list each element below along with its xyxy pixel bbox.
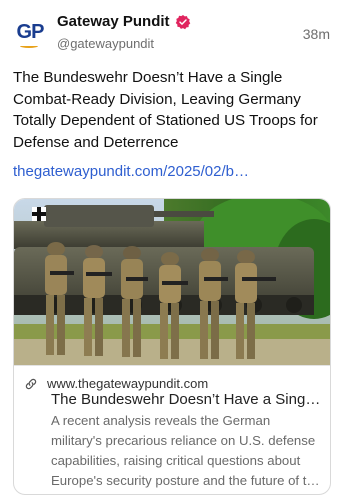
verified-badge-icon bbox=[175, 14, 190, 29]
post-link[interactable]: thegatewaypundit.com/2025/02/b… bbox=[13, 163, 335, 180]
post-timestamp: 38m bbox=[302, 26, 330, 42]
card-domain: www.thegatewaypundit.com bbox=[47, 376, 209, 391]
avatar-swoosh bbox=[20, 44, 38, 48]
avatar-logo-text: GP bbox=[16, 20, 45, 43]
avatar[interactable]: GP bbox=[12, 14, 48, 50]
card-description: A recent analysis reveals the German mil… bbox=[51, 413, 320, 488]
author-handle[interactable]: @gatewaypundit bbox=[57, 36, 154, 51]
link-icon bbox=[25, 378, 37, 389]
post-header: GP Gateway Pundit @gatewaypundit 38m bbox=[0, 0, 344, 62]
card-title: The Bundeswehr Doesn’t Have a Singl… bbox=[51, 391, 323, 408]
link-preview-card[interactable]: www.thegatewaypundit.com The Bundeswehr … bbox=[13, 198, 331, 495]
card-domain-row: www.thegatewaypundit.com bbox=[24, 376, 208, 391]
author-name[interactable]: Gateway Pundit bbox=[57, 13, 170, 30]
author-name-row: Gateway Pundit bbox=[57, 13, 191, 30]
card-divider bbox=[14, 365, 330, 366]
post-body-text: The Bundeswehr Doesn’t Have a Single Com… bbox=[13, 69, 318, 151]
soldiers-with-tank-image bbox=[14, 199, 330, 365]
